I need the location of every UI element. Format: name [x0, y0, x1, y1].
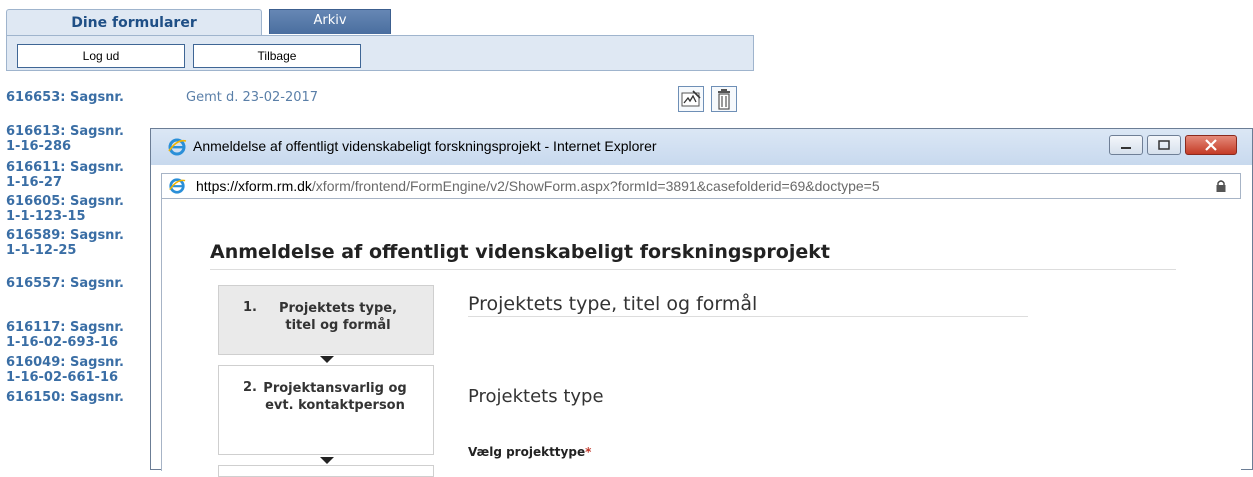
case-item[interactable]: 616605: Sagsnr. 1-1-123-15 [6, 194, 124, 224]
case-sagsnr: 1-1-12-25 [6, 243, 77, 258]
close-button[interactable] [1185, 135, 1237, 155]
url-host: https://xform.rm.dk [196, 178, 312, 194]
project-type-label: Vælg projekttype* [468, 445, 591, 459]
window-title: Anmeldelse af offentligt videnskabeligt … [193, 138, 657, 154]
required-marker: * [585, 445, 592, 459]
case-sagsnr: 1-16-02-693-16 [6, 335, 119, 350]
step-2[interactable]: 2. Projektansvarlig og evt. kontaktperso… [218, 365, 434, 455]
field-label-text: Vælg projekttype [468, 445, 586, 459]
address-bar[interactable]: https://xform.rm.dk/xform/frontend/FormE… [161, 173, 1241, 199]
tab-bar: Dine formularer Arkiv [6, 9, 754, 36]
case-number: 616613: Sagsnr. [6, 124, 124, 139]
logout-button[interactable]: Log ud [17, 44, 185, 68]
sign-icon[interactable] [678, 86, 704, 112]
maximize-icon [1158, 140, 1170, 150]
case-number-link[interactable]: 616653: Sagsnr. [6, 90, 124, 105]
close-icon [1205, 139, 1217, 151]
case-sagsnr: 1-16-02-661-16 [6, 370, 119, 385]
step-label: Projektansvarlig og evt. kontaktperson [263, 381, 407, 413]
lock-icon [1216, 180, 1226, 192]
case-sagsnr: 1-16-286 [6, 139, 72, 154]
case-number: 616049: Sagsnr. [6, 355, 124, 370]
window-titlebar[interactable]: Anmeldelse af offentligt videnskabeligt … [151, 129, 1252, 165]
ie-popup-window: Anmeldelse af offentligt videnskabeligt … [150, 128, 1253, 477]
case-sagsnr: 1-16-27 [6, 175, 63, 190]
step-1[interactable]: 1. Projektets type, titel og formål [218, 285, 434, 355]
step-arrow-icon [320, 457, 334, 464]
form-title: Anmeldelse af offentligt videnskabeligt … [210, 241, 830, 263]
case-item[interactable]: 616049: Sagsnr. 1-16-02-661-16 [6, 355, 124, 385]
case-number: 616589: Sagsnr. [6, 228, 124, 243]
subsection-title: Projektets type [468, 386, 604, 407]
saved-date: Gemt d. 23-02-2017 [186, 90, 319, 105]
case-number: 616605: Sagsnr. [6, 194, 124, 209]
url-text: https://xform.rm.dk/xform/frontend/FormE… [196, 178, 880, 194]
case-sagsnr: 1-1-123-15 [6, 209, 86, 224]
case-number: 616117: Sagsnr. [6, 320, 124, 335]
step-arrow-icon [320, 356, 334, 363]
ie-logo-icon [168, 138, 187, 156]
back-button[interactable]: Tilbage [193, 44, 361, 68]
case-number: 616611: Sagsnr. [6, 160, 124, 175]
case-item[interactable]: 616150: Sagsnr. [6, 390, 124, 405]
title-divider [210, 269, 1176, 270]
minimize-button[interactable] [1109, 135, 1143, 155]
step-label: Projektets type, titel og formål [278, 301, 398, 333]
section-divider [468, 316, 1028, 317]
section-title: Projektets type, titel og formål [468, 293, 758, 315]
step-number: 1. [243, 300, 257, 315]
case-item[interactable]: 616611: Sagsnr. 1-16-27 [6, 160, 124, 190]
case-item[interactable]: 616613: Sagsnr. 1-16-286 [6, 124, 124, 154]
case-number: 616557: Sagsnr. [6, 276, 124, 291]
step-3[interactable] [218, 465, 434, 477]
url-path: /xform/frontend/FormEngine/v2/ShowForm.a… [311, 178, 880, 194]
tab-arkiv[interactable]: Arkiv [269, 9, 391, 34]
button-bar: Log ud Tilbage [6, 35, 754, 71]
case-number: 616150: Sagsnr. [6, 390, 124, 405]
page-content: Anmeldelse af offentligt videnskabeligt … [161, 199, 1241, 477]
case-item[interactable]: 616557: Sagsnr. [6, 276, 124, 291]
form-row: 616653: Sagsnr. Gemt d. 23-02-2017 [6, 86, 756, 112]
tab-dine-formularer[interactable]: Dine formularer [6, 9, 262, 36]
minimize-icon [1121, 147, 1131, 149]
ie-page-icon [169, 178, 186, 194]
case-item[interactable]: 616117: Sagsnr. 1-16-02-693-16 [6, 320, 124, 350]
case-item[interactable]: 616589: Sagsnr. 1-1-12-25 [6, 228, 124, 258]
maximize-button[interactable] [1147, 135, 1181, 155]
trash-icon[interactable] [711, 86, 737, 112]
